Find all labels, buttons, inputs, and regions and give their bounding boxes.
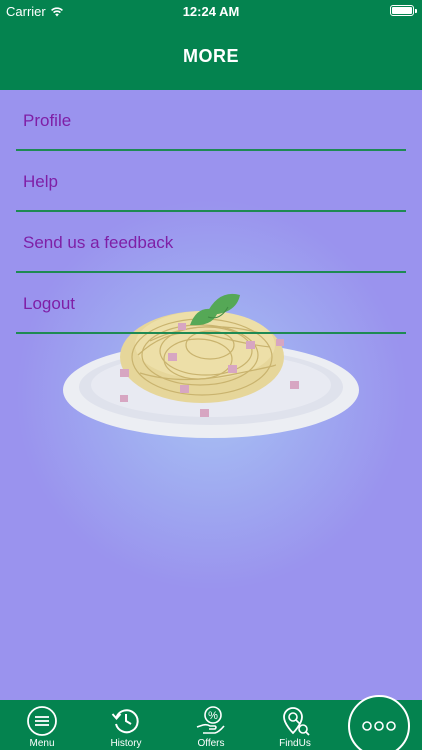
tab-menu[interactable]: Menu [0, 700, 84, 750]
more-menu-list: Profile Help Send us a feedback Logout [16, 90, 406, 334]
findus-icon [283, 707, 310, 736]
tab-menu-label: Menu [29, 738, 55, 749]
svg-text:%: % [208, 710, 218, 722]
tab-more[interactable] [348, 695, 410, 750]
status-time: 12:24 AM [182, 4, 240, 19]
tab-findus[interactable]: FindUs [253, 700, 337, 750]
menu-item-feedback[interactable]: Send us a feedback [16, 212, 406, 273]
tab-bar: Menu History % Offers FindUs [0, 695, 422, 750]
tab-offers[interactable]: % Offers [169, 700, 253, 750]
menu-icon [27, 706, 57, 736]
battery-icon [390, 5, 417, 16]
page-title: MORE [183, 45, 239, 66]
content-area: Profile Help Send us a feedback Logout [0, 90, 422, 700]
nav-bar: MORE [0, 22, 422, 90]
tab-findus-label: FindUs [279, 738, 311, 749]
offers-icon: % [196, 706, 225, 734]
menu-item-logout[interactable]: Logout [16, 273, 406, 334]
tab-more-container [342, 695, 422, 750]
status-bar: Carrier 12:24 AM [0, 0, 422, 22]
more-icon [362, 721, 396, 731]
menu-item-profile[interactable]: Profile [16, 90, 406, 151]
menu-item-help[interactable]: Help [16, 151, 406, 212]
tab-offers-label: Offers [197, 738, 225, 749]
tab-history[interactable]: History [84, 700, 168, 750]
history-icon [111, 709, 139, 734]
tab-history-label: History [110, 738, 142, 749]
